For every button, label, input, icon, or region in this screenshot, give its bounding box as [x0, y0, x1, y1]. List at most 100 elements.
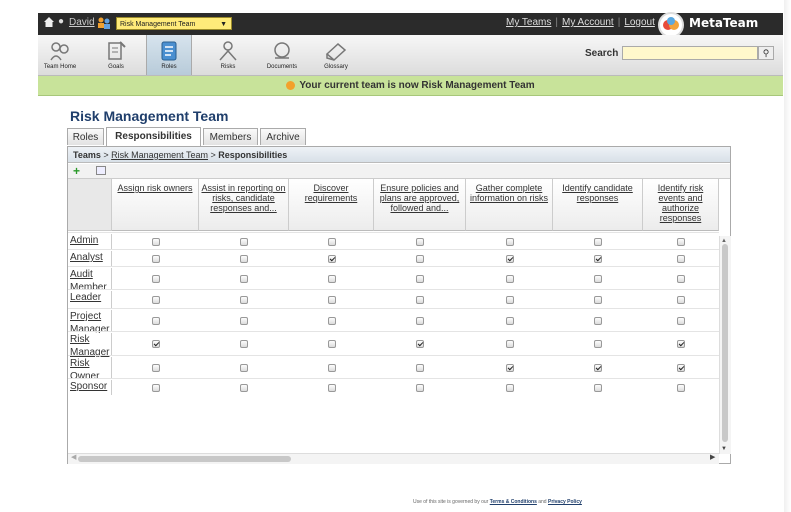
responsibility-checkbox[interactable] — [416, 316, 424, 325]
vertical-scroll-thumb[interactable] — [722, 244, 728, 442]
responsibility-checkbox[interactable] — [505, 274, 514, 283]
tab-members[interactable]: Members — [203, 128, 258, 145]
responsibility-checkbox[interactable] — [240, 295, 248, 304]
responsibility-checkbox[interactable] — [505, 295, 514, 304]
responsibility-checkbox[interactable] — [327, 237, 336, 246]
responsibility-checkbox[interactable] — [327, 363, 336, 372]
responsibility-checkbox[interactable] — [327, 254, 336, 263]
responsibility-checkbox[interactable] — [677, 254, 685, 263]
row-header[interactable]: Audit Member — [68, 268, 112, 293]
responsibility-checkbox[interactable] — [327, 316, 336, 325]
responsibility-checkbox[interactable] — [416, 363, 424, 372]
responsibility-checkbox[interactable] — [416, 295, 424, 304]
responsibility-checkbox[interactable] — [677, 363, 685, 372]
search-input[interactable] — [622, 46, 758, 60]
responsibility-checkbox[interactable] — [151, 295, 160, 304]
responsibility-checkbox[interactable] — [677, 295, 685, 304]
responsibility-checkbox[interactable] — [327, 295, 336, 304]
tab-archive[interactable]: Archive — [260, 128, 306, 145]
home-icon[interactable] — [44, 17, 54, 27]
responsibility-checkbox[interactable] — [151, 316, 160, 325]
responsibility-checkbox[interactable] — [677, 237, 685, 246]
responsibility-checkbox[interactable] — [151, 237, 160, 246]
responsibility-checkbox[interactable] — [594, 295, 602, 304]
responsibility-checkbox[interactable] — [594, 254, 602, 263]
responsibility-checkbox[interactable] — [151, 274, 160, 283]
row-header[interactable]: Risk Manager — [68, 333, 112, 358]
responsibility-checkbox[interactable] — [505, 316, 514, 325]
responsibility-checkbox[interactable] — [151, 383, 160, 392]
responsibility-checkbox[interactable] — [677, 383, 685, 392]
responsibility-checkbox[interactable] — [240, 316, 248, 325]
responsibility-checkbox[interactable] — [240, 254, 248, 263]
responsibility-checkbox[interactable] — [327, 274, 336, 283]
responsibility-checkbox[interactable] — [240, 237, 248, 246]
my-account-link[interactable]: My Account — [562, 17, 614, 28]
responsibility-checkbox[interactable] — [505, 363, 514, 372]
responsibility-checkbox[interactable] — [240, 340, 248, 348]
toolbar-team-home[interactable]: Team Home — [38, 35, 82, 75]
tab-responsibilities[interactable]: Responsibilities — [106, 127, 201, 146]
breadcrumb-team-link[interactable]: Risk Management Team — [111, 150, 208, 160]
responsibility-checkbox[interactable] — [416, 340, 424, 348]
responsibility-checkbox[interactable] — [677, 316, 685, 325]
responsibility-checkbox[interactable] — [240, 383, 248, 392]
my-teams-link[interactable]: My Teams — [506, 17, 551, 28]
toolbar-goals[interactable]: Goals — [94, 35, 138, 75]
responsibility-checkbox[interactable] — [327, 340, 336, 348]
responsibility-checkbox[interactable] — [594, 316, 602, 325]
responsibility-checkbox[interactable] — [151, 254, 160, 263]
responsibility-checkbox[interactable] — [505, 254, 514, 263]
row-header[interactable]: Admin — [68, 234, 112, 249]
search-button[interactable]: ⚲ — [758, 46, 774, 60]
responsibility-checkbox[interactable] — [594, 363, 602, 372]
responsibility-checkbox[interactable] — [677, 274, 685, 283]
responsibility-checkbox[interactable] — [594, 383, 602, 392]
tab-roles[interactable]: Roles — [67, 128, 104, 145]
privacy-link[interactable]: Privacy Policy — [548, 499, 582, 505]
responsibility-checkbox[interactable] — [594, 340, 602, 348]
responsibility-checkbox[interactable] — [327, 383, 336, 392]
responsibility-checkbox[interactable] — [594, 274, 602, 283]
row-header[interactable]: Leader — [68, 291, 112, 308]
toolbar-roles[interactable]: Roles — [146, 35, 192, 75]
responsibility-checkbox[interactable] — [677, 340, 685, 348]
responsibility-checkbox[interactable] — [505, 237, 514, 246]
column-header[interactable]: Discover requirements — [289, 179, 374, 231]
scroll-right-icon[interactable]: ▶ — [710, 453, 715, 461]
responsibility-checkbox[interactable] — [240, 363, 248, 372]
add-icon[interactable]: + — [73, 164, 80, 178]
responsibility-checkbox[interactable] — [416, 237, 424, 246]
column-header[interactable]: Assign risk owners — [112, 179, 199, 231]
row-header[interactable]: Analyst — [68, 251, 112, 266]
responsibility-checkbox[interactable] — [505, 340, 514, 348]
column-header[interactable]: Assist in reporting on risks, candidate … — [199, 179, 289, 231]
column-header[interactable]: Identify candidate responses — [553, 179, 643, 231]
scroll-left-icon[interactable]: ◀ — [71, 453, 76, 461]
responsibility-checkbox[interactable] — [151, 340, 160, 348]
responsibility-checkbox[interactable] — [594, 237, 602, 246]
responsibility-checkbox[interactable] — [416, 383, 424, 392]
team-select[interactable]: Risk Management Team ▼ — [116, 17, 232, 30]
responsibility-checkbox[interactable] — [505, 383, 514, 392]
row-header[interactable]: Sponsor — [68, 380, 112, 395]
columns-icon[interactable] — [96, 166, 106, 175]
scroll-down-icon[interactable]: ▼ — [721, 446, 727, 452]
responsibility-checkbox[interactable] — [416, 254, 424, 263]
breadcrumb-root[interactable]: Teams — [73, 150, 101, 160]
column-header[interactable]: Ensure policies and plans are approved, … — [374, 179, 466, 231]
column-header[interactable]: Gather complete information on risks — [466, 179, 553, 231]
logout-link[interactable]: Logout — [624, 17, 655, 28]
row-header[interactable]: Project Manager — [68, 310, 112, 335]
responsibility-checkbox[interactable] — [416, 274, 424, 283]
terms-link[interactable]: Terms & Conditions — [490, 499, 537, 505]
column-header[interactable]: Identify risk events and authorize respo… — [643, 179, 719, 231]
responsibility-checkbox[interactable] — [240, 274, 248, 283]
responsibility-checkbox[interactable] — [151, 363, 160, 372]
row-header[interactable]: Risk Owner — [68, 357, 112, 382]
toolbar-risks[interactable]: Risks — [206, 35, 250, 75]
horizontal-scrollbar[interactable] — [68, 453, 719, 464]
horizontal-scroll-thumb[interactable] — [78, 456, 291, 462]
toolbar-documents[interactable]: Documents — [260, 35, 304, 75]
toolbar-glossary[interactable]: Glossary — [314, 35, 358, 75]
